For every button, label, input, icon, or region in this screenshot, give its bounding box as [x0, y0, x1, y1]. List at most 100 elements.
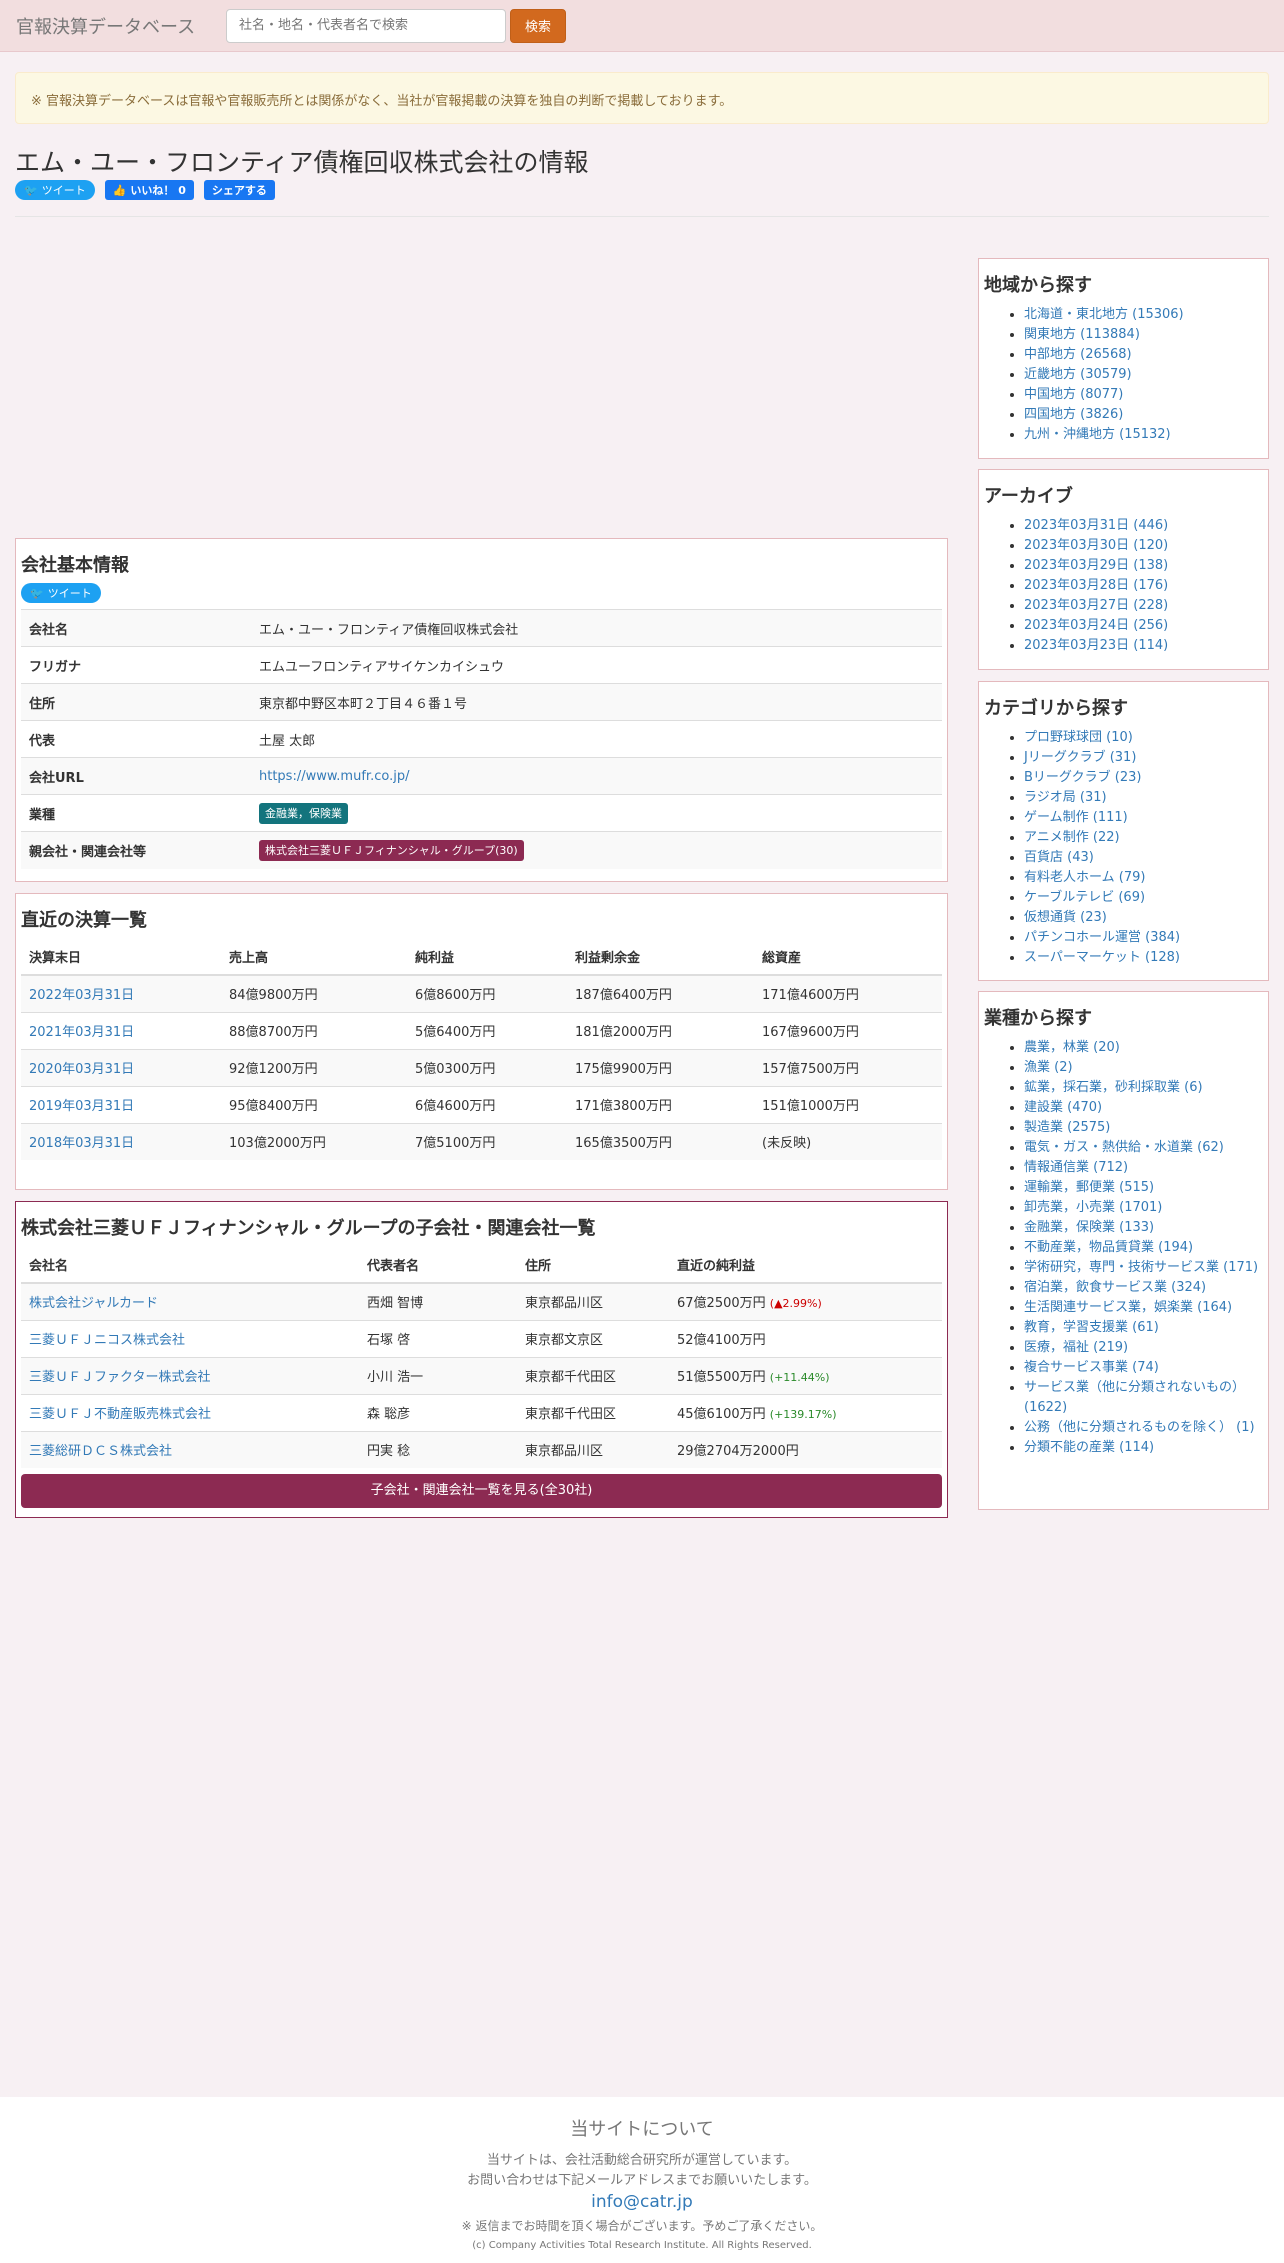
list-item: 宿泊業，飲食サービス業 (324) — [1024, 1278, 1268, 1298]
company-link[interactable]: 三菱総研ＤＣＳ株式会社 — [29, 1444, 172, 1459]
table-cell: 西畑 智博 — [367, 1296, 424, 1312]
info-label: 親会社・関連会社等 — [29, 844, 147, 860]
settlement-date-link[interactable]: 2019年03月31日 — [29, 1099, 134, 1114]
view-all-companies-button[interactable]: 子会社・関連会社一覧を見る(全30社) — [21, 1474, 942, 1508]
list-item: 九州・沖縄地方 (15132) — [1024, 425, 1268, 445]
list-item: 不動産業，物品賃貸業 (194) — [1024, 1238, 1268, 1258]
company-link[interactable]: 三菱ＵＦＪファクター株式会社 — [29, 1370, 210, 1385]
navbar: 官報決算データベース 検索 — [0, 0, 1284, 52]
twitter-icon: 🐦 — [30, 586, 44, 600]
industry-badge[interactable]: 金融業，保険業 — [259, 803, 348, 824]
sidebar-link[interactable]: 分類不能の産業 (114) — [1024, 1440, 1154, 1455]
list-item: ゲーム制作 (111) — [1024, 808, 1268, 828]
info-label: 会社名 — [29, 622, 69, 638]
industry-title: 業種から探す — [984, 1008, 1092, 1029]
sidebar-link[interactable]: ラジオ局 (31) — [1024, 790, 1107, 805]
sidebar-link[interactable]: 有料老人ホーム (79) — [1024, 870, 1145, 885]
contact-email-link[interactable]: info@catr.jp — [0, 2191, 1284, 2213]
sidebar-link[interactable]: Bリーグクラブ (23) — [1024, 770, 1141, 785]
company-link[interactable]: 株式会社ジャルカード — [29, 1296, 158, 1311]
sidebar-link[interactable]: 近畿地方 (30579) — [1024, 367, 1132, 382]
sidebar-link[interactable]: 製造業 (2575) — [1024, 1120, 1110, 1135]
sidebar-link[interactable]: 2023年03月24日 (256) — [1024, 618, 1168, 633]
sidebar-link[interactable]: 運輸業，郵便業 (515) — [1024, 1180, 1154, 1195]
table-row: 2022年03月31日 84億9800万円 6億8600万円 187億6400万円 17… — [21, 975, 942, 1012]
settlement-date-link[interactable]: 2018年03月31日 — [29, 1136, 134, 1151]
social-buttons: 🐦 ツイート 👍 いいね！ 0 シェアする — [15, 180, 275, 200]
sidebar-link[interactable]: 農業，林業 (20) — [1024, 1040, 1120, 1055]
sidebar-link[interactable]: 金融業，保険業 (133) — [1024, 1220, 1154, 1235]
company-link[interactable]: 三菱ＵＦＪニコス株式会社 — [29, 1333, 185, 1348]
industry-list: 農業，林業 (20) 漁業 (2) 鉱業，採石業，砂利採取業 (6) 建設業 (470… — [1024, 1038, 1268, 1458]
info-label: 住所 — [29, 696, 56, 712]
sidebar-link[interactable]: Jリーグクラブ (31) — [1024, 750, 1136, 765]
sidebar-link[interactable]: 四国地方 (3826) — [1024, 407, 1123, 422]
parent-company-badge[interactable]: 株式会社三菱ＵＦＪフィナンシャル・グループ(30) — [259, 840, 524, 862]
sidebar-link[interactable]: 2023年03月30日 (120) — [1024, 538, 1168, 553]
group-companies-title: 株式会社三菱ＵＦＪフィナンシャル・グループの子会社・関連会社一覧 — [21, 1218, 596, 1239]
sidebar-link[interactable]: ケーブルテレビ (69) — [1024, 890, 1145, 905]
settlement-date-link[interactable]: 2020年03月31日 — [29, 1062, 134, 1077]
tweet-button[interactable]: 🐦 ツイート — [15, 180, 95, 200]
footer-text: 当サイトは、会社活動総合研究所が運営しています。 お問い合わせは下記メールアドレ… — [0, 2151, 1284, 2191]
sidebar-link[interactable]: 教育，学習支援業 (61) — [1024, 1320, 1159, 1335]
sidebar-link[interactable]: 鉱業，採石業，砂利採取業 (6) — [1024, 1080, 1203, 1095]
thumbs-up-icon: 👍 — [112, 183, 127, 197]
archive-list: 2023年03月31日 (446) 2023年03月30日 (120) 2023年0… — [1024, 516, 1268, 656]
sidebar-link[interactable]: ゲーム制作 (111) — [1024, 810, 1128, 825]
like-button[interactable]: 👍 いいね！ 0 — [104, 180, 194, 200]
sidebar-link[interactable]: プロ野球球団 (10) — [1024, 730, 1133, 745]
footer-line: 当サイトは、会社活動総合研究所が運営しています。 — [486, 2153, 798, 2168]
change-value: +139.17% — [774, 1408, 833, 1421]
sidebar-link[interactable]: 漁業 (2) — [1024, 1060, 1073, 1075]
sidebar-link[interactable]: 百貨店 (43) — [1024, 850, 1094, 865]
sidebar-link[interactable]: 建設業 (470) — [1024, 1100, 1102, 1115]
sidebar-link[interactable]: 中国地方 (8077) — [1024, 387, 1123, 402]
sidebar-link[interactable]: 不動産業，物品賃貸業 (194) — [1024, 1240, 1193, 1255]
sidebar-link[interactable]: 複合サービス事業 (74) — [1024, 1360, 1159, 1375]
sidebar-link[interactable]: 2023年03月23日 (114) — [1024, 638, 1168, 653]
sidebar-link[interactable]: サービス業（他に分類されないもの） (1622) — [1024, 1380, 1245, 1415]
table-cell: 167億9600万円 — [762, 1025, 859, 1040]
column-header: 会社名 — [29, 1258, 69, 1274]
table-cell: 6億8600万円 — [415, 988, 496, 1004]
sidebar-link[interactable]: 2023年03月28日 (176) — [1024, 578, 1168, 593]
sidebar-link[interactable]: 公務（他に分類されるものを除く） (1) — [1024, 1420, 1255, 1435]
sidebar-link[interactable]: 北海道・東北地方 (15306) — [1024, 307, 1184, 322]
sidebar-link[interactable]: アニメ制作 (22) — [1024, 830, 1120, 845]
share-button[interactable]: シェアする — [203, 180, 275, 200]
like-label: いいね！ 0 — [130, 184, 186, 197]
industry-panel: 業種から探す 農業，林業 (20) 漁業 (2) 鉱業，採石業，砂利採取業 (6) 建… — [978, 991, 1269, 1510]
list-item: パチンコホール運営 (384) — [1024, 928, 1268, 948]
search-button[interactable]: 検索 — [510, 8, 567, 43]
search-input[interactable] — [226, 8, 506, 43]
sidebar-link[interactable]: 学術研究，専門・技術サービス業 (171) — [1024, 1260, 1258, 1275]
sidebar-link[interactable]: 2023年03月27日 (228) — [1024, 598, 1168, 613]
sidebar-link[interactable]: 2023年03月31日 (446) — [1024, 518, 1168, 533]
company-link[interactable]: 三菱ＵＦＪ不動産販売株式会社 — [29, 1407, 211, 1422]
brand-link[interactable]: 官報決算データベース — [16, 13, 226, 39]
sidebar-link[interactable]: 宿泊業，飲食サービス業 (324) — [1024, 1280, 1206, 1295]
settlement-date-link[interactable]: 2022年03月31日 — [29, 988, 134, 1003]
sidebar-link[interactable]: スーパーマーケット (128) — [1024, 950, 1180, 965]
list-item: 漁業 (2) — [1024, 1058, 1268, 1078]
sidebar-link[interactable]: 関東地方 (113884) — [1024, 327, 1140, 342]
settlement-date-link[interactable]: 2021年03月31日 — [29, 1025, 134, 1040]
sidebar-link[interactable]: 卸売業，小売業 (1701) — [1024, 1200, 1162, 1215]
sidebar-link[interactable]: 九州・沖縄地方 (15132) — [1024, 427, 1171, 442]
sidebar-link[interactable]: 電気・ガス・熱供給・水道業 (62) — [1024, 1140, 1224, 1155]
sidebar-link[interactable]: 情報通信業 (712) — [1024, 1160, 1128, 1175]
basic-tweet-button[interactable]: 🐦 ツイート — [21, 583, 101, 603]
company-url-link[interactable]: https://www.mufr.co.jp/ — [259, 769, 409, 784]
sidebar-link[interactable]: 2023年03月29日 (138) — [1024, 558, 1168, 573]
table-cell: 165億3500万円 — [575, 1136, 672, 1152]
sidebar-link[interactable]: パチンコホール運営 (384) — [1024, 930, 1180, 945]
sidebar-link[interactable]: 中部地方 (26568) — [1024, 347, 1132, 362]
list-item: 北海道・東北地方 (15306) — [1024, 305, 1268, 325]
sidebar-link[interactable]: 生活関連サービス業，娯楽業 (164) — [1024, 1300, 1232, 1315]
sidebar-link[interactable]: 医療，福祉 (219) — [1024, 1340, 1128, 1355]
list-item: 教育，学習支援業 (61) — [1024, 1318, 1268, 1338]
category-list: プロ野球球団 (10) Jリーグクラブ (31) Bリーグクラブ (23) ラジオ局 … — [1024, 728, 1268, 968]
sidebar-link[interactable]: 仮想通貨 (23) — [1024, 910, 1107, 925]
column-header: 直近の純利益 — [677, 1258, 756, 1274]
